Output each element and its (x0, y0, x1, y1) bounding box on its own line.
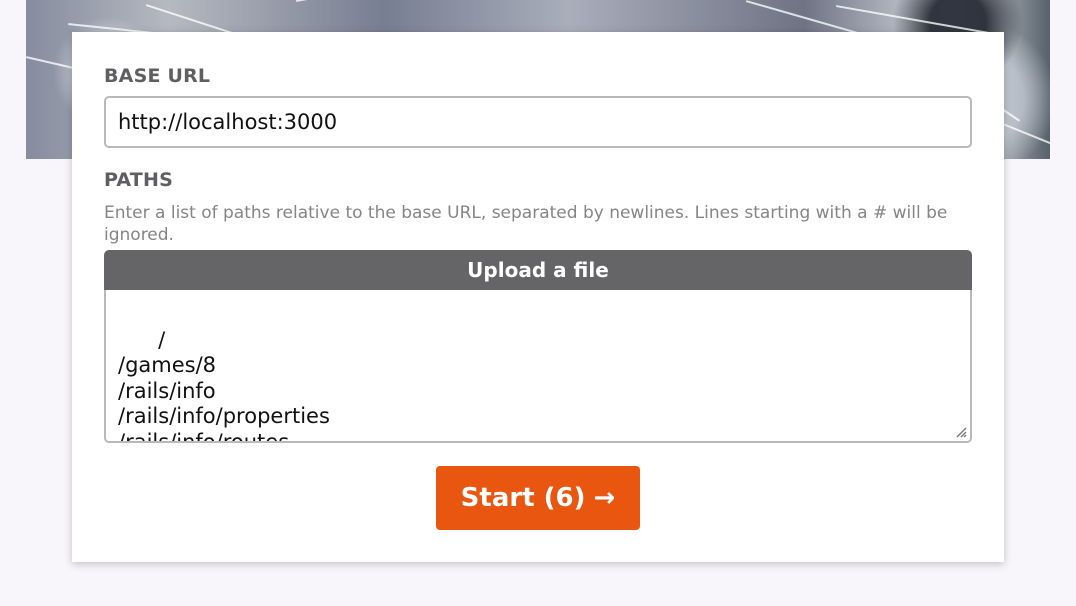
base-url-label: BASE URL (104, 65, 211, 87)
start-button-label: Start (6) (460, 483, 586, 513)
upload-file-button[interactable]: Upload a file (104, 250, 972, 290)
start-button[interactable]: Start (6) → (436, 466, 640, 530)
paths-label: PATHS (104, 169, 173, 191)
base-url-input[interactable] (104, 96, 972, 148)
textarea-resize-icon[interactable] (955, 426, 967, 438)
page: BASE URL PATHS Enter a list of paths rel… (0, 0, 1076, 606)
paths-textarea[interactable]: / /games/8 /rails/info /rails/info/prope… (104, 290, 972, 443)
right-arrow-icon: → (593, 483, 616, 513)
url-crawler-form-card: BASE URL PATHS Enter a list of paths rel… (72, 32, 1004, 562)
paths-help-text: Enter a list of paths relative to the ba… (104, 203, 948, 245)
paths-text: / /games/8 /rails/info /rails/info/prope… (118, 327, 330, 443)
